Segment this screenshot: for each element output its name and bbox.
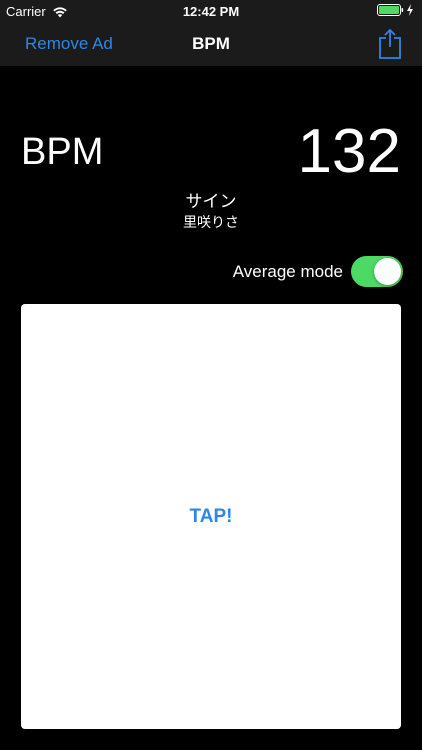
tap-pad[interactable]: TAP! <box>21 304 401 729</box>
share-icon[interactable] <box>377 28 403 60</box>
status-right <box>377 4 414 16</box>
bpm-label: BPM <box>21 131 104 173</box>
average-mode-row: Average mode <box>233 256 403 287</box>
nav-title: BPM <box>192 34 230 53</box>
average-mode-label: Average mode <box>232 261 343 281</box>
tap-label: TAP! <box>189 505 233 527</box>
average-mode-toggle[interactable] <box>351 256 403 287</box>
status-bar: Carrier 12:42 PM <box>0 0 422 22</box>
charging-bolt-icon <box>407 4 413 16</box>
status-time: 12:42 PM <box>182 4 240 19</box>
song-title: サイン <box>185 192 237 211</box>
nav-bar: Remove Ad BPM <box>0 22 422 66</box>
song-artist: 里咲りさ <box>183 214 239 230</box>
toggle-knob <box>374 258 401 285</box>
bpm-value: 132 <box>297 117 401 186</box>
battery-icon <box>377 4 404 16</box>
